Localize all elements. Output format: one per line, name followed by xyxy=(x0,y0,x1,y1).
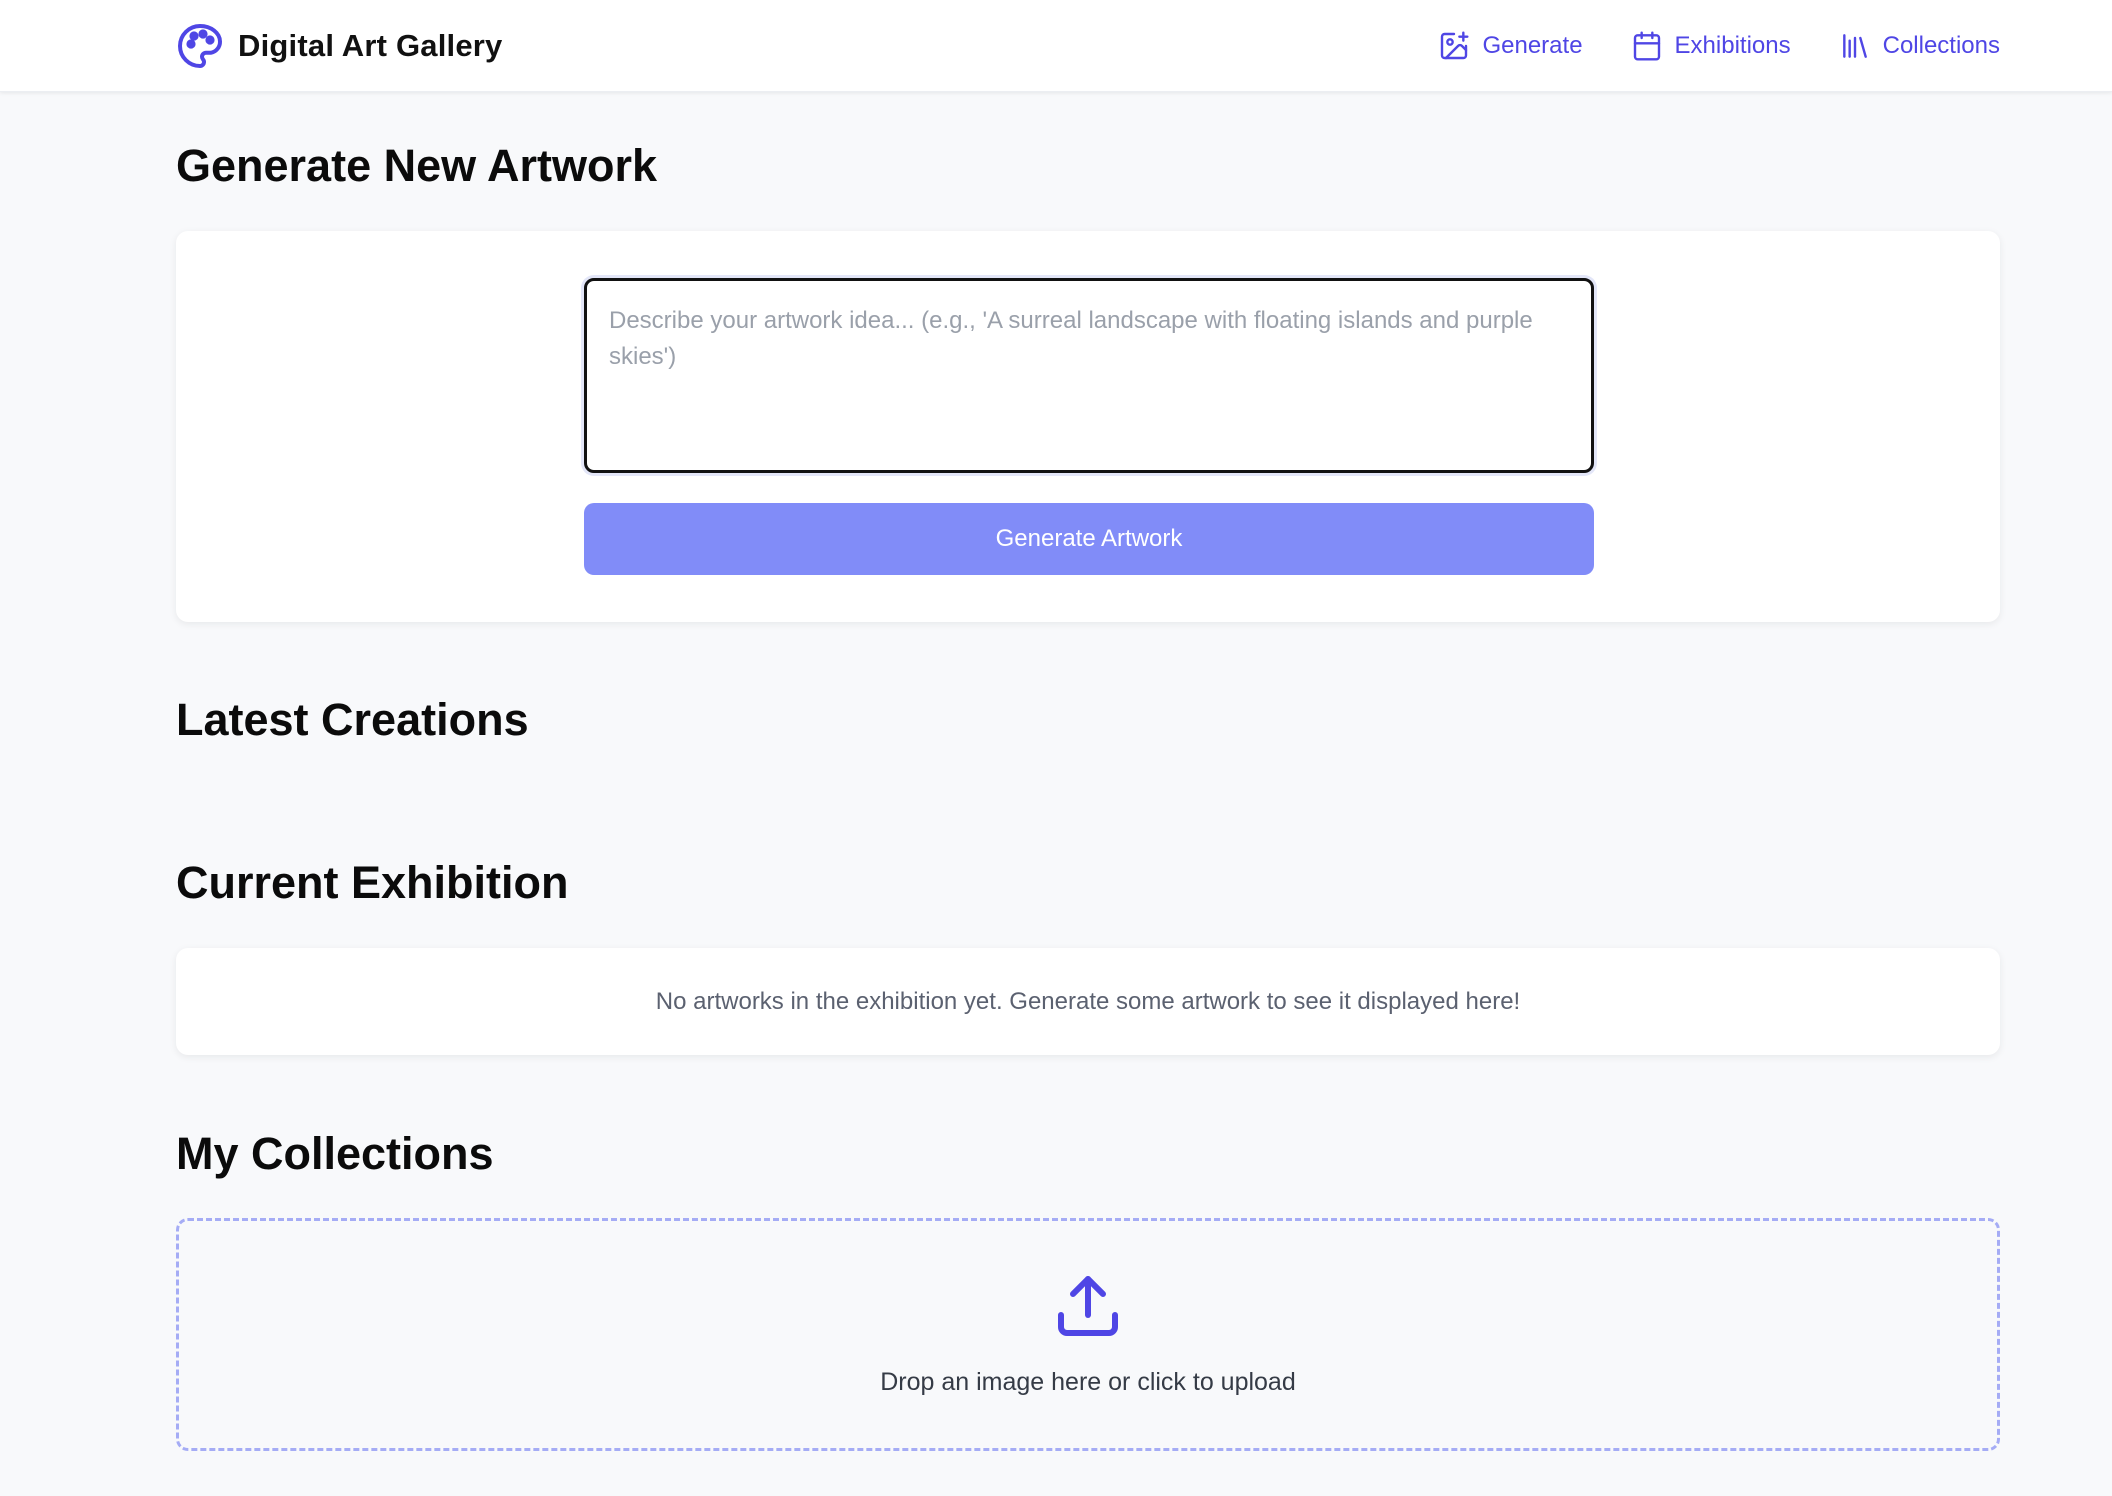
upload-instructions: Drop an image here or click to upload xyxy=(880,1368,1296,1396)
brand-title: Digital Art Gallery xyxy=(238,28,503,63)
calendar-icon xyxy=(1633,31,1660,61)
nav-label-collections: Collections xyxy=(1882,32,2000,59)
generate-section-title: Generate New Artwork xyxy=(176,140,657,191)
exhibition-empty-message: No artworks in the exhibition yet. Gener… xyxy=(655,988,1521,1015)
exhibition-card: No artworks in the exhibition yet. Gener… xyxy=(176,948,2000,1055)
image-plus-icon xyxy=(1441,31,1470,60)
top-navbar: Digital Art Gallery Generate Exhibitions xyxy=(0,0,2112,92)
latest-creations-title: Latest Creations xyxy=(176,694,529,745)
nav-label-generate: Generate xyxy=(1482,32,1583,59)
nav-link-exhibitions[interactable]: Exhibitions xyxy=(1631,30,1791,62)
main-nav: Generate Exhibitions Collections xyxy=(1438,22,2000,70)
upload-icon xyxy=(1058,1276,1118,1336)
generate-card: Generate Artwork xyxy=(176,231,2000,622)
nav-link-generate[interactable]: Generate xyxy=(1438,30,1583,62)
artwork-prompt-input[interactable] xyxy=(584,278,1594,473)
brand[interactable]: Digital Art Gallery xyxy=(176,20,503,72)
library-icon xyxy=(1842,34,1867,58)
generate-artwork-button[interactable]: Generate Artwork xyxy=(584,503,1594,575)
my-collections-title: My Collections xyxy=(176,1128,494,1179)
nav-label-exhibitions: Exhibitions xyxy=(1674,32,1791,59)
nav-link-collections[interactable]: Collections xyxy=(1839,30,2000,62)
current-exhibition-title: Current Exhibition xyxy=(176,857,569,908)
palette-icon xyxy=(178,24,223,68)
